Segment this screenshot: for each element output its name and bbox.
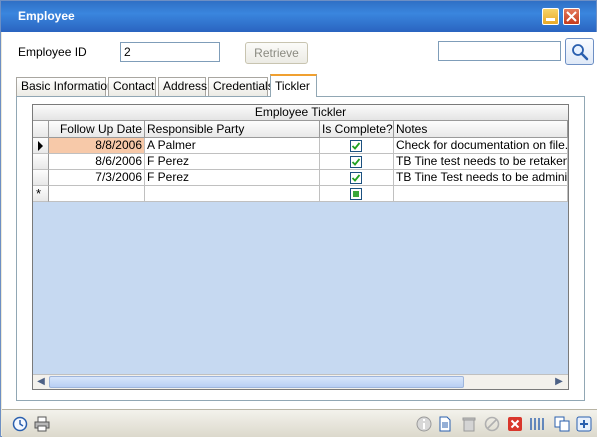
horizontal-scrollbar[interactable]: ◀ ▶ xyxy=(33,374,568,389)
row-selector[interactable] xyxy=(33,138,49,154)
trash-icon[interactable] xyxy=(461,416,477,432)
row-selector[interactable] xyxy=(33,170,49,186)
column-header-follow-up-date[interactable]: Follow Up Date xyxy=(49,121,145,138)
scrollbar-thumb[interactable] xyxy=(49,376,464,388)
cell-is-complete[interactable] xyxy=(320,154,394,170)
checkmark-icon xyxy=(351,174,361,182)
copy-icon[interactable] xyxy=(554,416,570,432)
search-button[interactable] xyxy=(565,38,594,65)
cell-follow-up-date[interactable]: 8/6/2006 xyxy=(49,154,145,170)
tickler-panel: Employee Tickler Follow Up Date Responsi… xyxy=(16,96,585,401)
cell-responsible-party[interactable]: A Palmer xyxy=(145,138,320,154)
cell-responsible-party[interactable]: F Perez xyxy=(145,170,320,186)
minimize-button[interactable] xyxy=(542,8,559,25)
search-input[interactable] xyxy=(438,41,561,61)
complete-checkbox[interactable] xyxy=(350,140,362,152)
search-icon xyxy=(572,44,589,61)
history-icon[interactable] xyxy=(12,416,28,432)
indeterminate-icon xyxy=(353,191,359,197)
cell-notes[interactable]: TB Tine test needs to be retaken xyxy=(394,154,568,170)
checkmark-icon xyxy=(351,142,361,150)
document-icon[interactable] xyxy=(437,416,453,432)
column-header-responsible-party[interactable]: Responsible Party xyxy=(145,121,320,138)
cell-responsible-party[interactable]: F Perez xyxy=(145,154,320,170)
delete-icon[interactable] xyxy=(507,416,523,432)
print-icon[interactable] xyxy=(34,416,50,432)
new-cell-is-complete[interactable] xyxy=(320,186,394,202)
employee-window: Employee Employee ID 2 Retrieve Basic In… xyxy=(0,0,597,437)
new-cell-follow-up-date[interactable] xyxy=(49,186,145,202)
close-button[interactable] xyxy=(563,8,580,25)
new-cell-notes[interactable] xyxy=(394,186,568,202)
tab-contact[interactable]: Contact xyxy=(108,77,156,96)
table-row[interactable]: 7/3/2006 F Perez TB Tine Test needs to b… xyxy=(33,170,568,186)
employee-id-label: Employee ID xyxy=(18,45,87,59)
checkmark-icon xyxy=(351,158,361,166)
tab-basic-information[interactable]: Basic Information xyxy=(16,77,114,96)
new-row-marker: * xyxy=(36,186,42,201)
form-content: Employee ID 2 Retrieve Basic Information… xyxy=(2,32,597,409)
grid-caption: Employee Tickler xyxy=(33,105,568,121)
complete-checkbox[interactable] xyxy=(350,172,362,184)
table-row[interactable]: 8/6/2006 F Perez TB Tine test needs to b… xyxy=(33,154,568,170)
column-header-is-complete[interactable]: Is Complete? xyxy=(320,121,394,138)
complete-checkbox[interactable] xyxy=(350,188,362,200)
tab-tickler[interactable]: Tickler xyxy=(270,74,317,97)
table-row[interactable]: 8/8/2006 A Palmer Check for documentatio… xyxy=(33,138,568,154)
minimize-icon xyxy=(546,18,555,21)
cancel-icon[interactable] xyxy=(484,416,500,432)
row-selector[interactable] xyxy=(33,154,49,170)
tab-credentials[interactable]: Credentials xyxy=(208,77,274,96)
close-icon xyxy=(566,11,577,22)
cell-notes[interactable]: Check for documentation on file. xyxy=(394,138,568,154)
cell-is-complete[interactable] xyxy=(320,170,394,186)
new-row-selector[interactable]: * xyxy=(33,186,49,202)
new-cell-responsible-party[interactable] xyxy=(145,186,320,202)
employee-id-input[interactable]: 2 xyxy=(120,42,220,62)
scroll-left-icon[interactable]: ◀ xyxy=(34,376,48,389)
title-bar[interactable]: Employee xyxy=(1,1,596,32)
cell-follow-up-date[interactable]: 8/8/2006 xyxy=(49,138,145,154)
add-icon[interactable] xyxy=(576,416,592,432)
row-header-corner xyxy=(33,121,49,138)
current-row-arrow-icon xyxy=(38,141,43,151)
separator-icon xyxy=(530,418,544,430)
scroll-right-icon[interactable]: ▶ xyxy=(552,376,566,389)
employee-tickler-grid[interactable]: Employee Tickler Follow Up Date Responsi… xyxy=(32,104,569,390)
column-header-notes[interactable]: Notes xyxy=(394,121,568,138)
complete-checkbox[interactable] xyxy=(350,156,362,168)
bottom-toolbar xyxy=(2,409,597,437)
info-icon[interactable] xyxy=(416,416,432,432)
retrieve-button[interactable]: Retrieve xyxy=(245,42,308,64)
tab-address[interactable]: Address xyxy=(158,77,207,96)
cell-notes[interactable]: TB Tine Test needs to be administered xyxy=(394,170,568,186)
new-row[interactable]: * xyxy=(33,186,568,202)
cell-is-complete[interactable] xyxy=(320,138,394,154)
window-title: Employee xyxy=(18,9,75,23)
cell-follow-up-date[interactable]: 7/3/2006 xyxy=(49,170,145,186)
